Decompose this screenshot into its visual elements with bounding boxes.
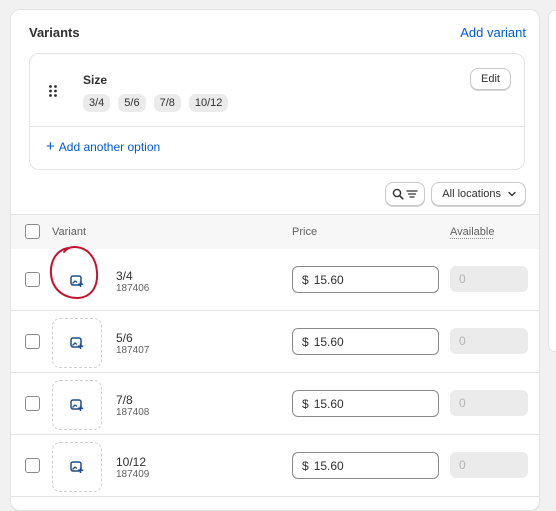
table-row: 5/6 187407 $ 15.60 0 [11,311,539,373]
filter-icon [406,190,418,198]
variant-sku: 187407 [116,345,150,356]
add-image-button[interactable] [52,256,102,306]
image-add-icon [70,275,84,287]
available-placeholder: 0 [459,396,466,410]
option-name: Size [83,73,108,87]
option-value-chip: 5/6 [118,94,146,112]
variant-sku: 187409 [116,469,150,480]
table-toolbar: All locations [385,182,526,206]
divider [30,126,524,127]
locations-label: All locations [442,188,501,200]
variant-name[interactable]: 10/12 [116,455,146,469]
table-row: 10/12 187409 $ 15.60 0 [11,435,539,497]
column-header-variant: Variant [52,226,87,238]
card-title: Variants [29,25,80,40]
image-add-icon [70,461,84,473]
option-box: Size 3/4 5/6 7/8 10/12 Edit + Add anothe… [29,53,525,170]
currency-prefix: $ [302,396,309,411]
available-input: 0 [450,390,528,416]
currency-prefix: $ [302,272,309,287]
option-value-chip: 3/4 [83,94,111,112]
search-filter-button[interactable] [385,182,426,206]
chevron-down-icon [508,191,516,197]
available-input: 0 [450,452,528,478]
option-value-chip: 10/12 [188,94,229,112]
add-image-button[interactable] [52,380,102,430]
row-checkbox[interactable] [25,396,40,411]
available-placeholder: 0 [459,458,466,472]
available-placeholder: 0 [459,272,466,286]
option-values: 3/4 5/6 7/8 10/12 [83,94,229,112]
adjacent-card-edge [548,10,556,352]
price-input[interactable]: $ 15.60 [292,452,439,479]
variant-name[interactable]: 7/8 [116,393,133,407]
image-add-icon [70,337,84,349]
select-all-checkbox[interactable] [25,224,40,239]
row-checkbox[interactable] [25,458,40,473]
add-option-label: Add another option [58,140,161,154]
add-image-button[interactable] [52,442,102,492]
price-value: 15.60 [313,458,344,473]
price-input[interactable]: $ 15.60 [292,390,439,417]
image-add-icon [70,399,84,411]
add-another-option-link[interactable]: + Add another option [46,138,161,155]
price-value: 15.60 [313,396,344,411]
search-icon [392,188,404,200]
variant-sku: 187406 [116,283,150,294]
currency-prefix: $ [302,334,309,349]
variant-name[interactable]: 5/6 [116,331,133,345]
available-input: 0 [450,328,528,354]
drag-handle-icon[interactable] [48,84,58,98]
add-image-button[interactable] [52,318,102,368]
column-header-available[interactable]: Available [450,226,494,238]
locations-dropdown[interactable]: All locations [431,182,526,206]
row-checkbox[interactable] [25,334,40,349]
table-header: Variant Price Available [11,214,539,250]
price-input[interactable]: $ 15.60 [292,328,439,355]
row-checkbox[interactable] [25,272,40,287]
price-value: 15.60 [313,272,344,287]
price-value: 15.60 [313,334,344,349]
currency-prefix: $ [302,458,309,473]
variant-name[interactable]: 3/4 [116,269,133,283]
edit-option-button[interactable]: Edit [470,68,511,90]
plus-icon: + [46,138,55,155]
available-placeholder: 0 [459,334,466,348]
variant-sku: 187408 [116,407,150,418]
option-value-chip: 7/8 [153,94,181,112]
add-variant-link[interactable]: Add variant [460,25,526,40]
column-header-price: Price [292,226,318,238]
table-row: 3/4 187406 $ 15.60 0 [11,249,539,311]
price-input[interactable]: $ 15.60 [292,266,439,293]
available-input: 0 [450,266,528,292]
variants-card: Variants Add variant Size 3/4 5/6 7/8 10… [10,9,540,511]
table-row: 7/8 187408 $ 15.60 0 [11,373,539,435]
